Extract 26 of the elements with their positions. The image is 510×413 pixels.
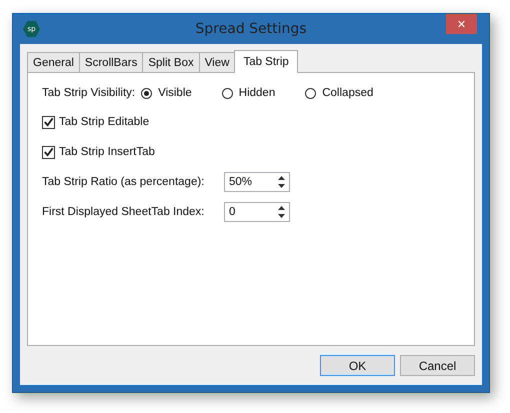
tab[interactable]: View	[198, 52, 236, 72]
radio-option[interactable]: Visible	[141, 87, 192, 99]
checkbox-label: Tab Strip Editable	[59, 116, 150, 128]
spin-field[interactable]: 0	[224, 202, 290, 222]
tab[interactable]: Split Box	[142, 52, 200, 72]
window-title: Spread Settings	[195, 21, 307, 37]
field-label: Tab Strip Ratio (as percentage):	[42, 176, 206, 188]
radio-label: Collapsed	[322, 87, 374, 99]
checkbox-label: Tab Strip InsertTab	[59, 146, 155, 158]
tab[interactable]: Tab Strip	[234, 50, 298, 73]
radio-option[interactable]: Hidden	[222, 87, 276, 99]
checkbox[interactable]	[42, 116, 55, 128]
radio-label: Visible	[158, 87, 192, 99]
close-button[interactable]: ✕	[446, 14, 477, 34]
dialog-button[interactable]: Cancel	[400, 355, 475, 376]
visibility-label: Tab Strip Visibility:	[42, 87, 136, 99]
spin-arrows-icon[interactable]	[278, 175, 285, 189]
radio-label: Hidden	[238, 87, 276, 99]
radio-option[interactable]: Collapsed	[305, 87, 374, 99]
tab[interactable]: General	[27, 52, 80, 72]
spin-arrows-icon[interactable]	[278, 205, 285, 219]
tab[interactable]: ScrollBars	[78, 52, 144, 72]
checkbox[interactable]	[42, 146, 55, 158]
spin-field[interactable]: 50%	[224, 172, 290, 192]
field-label: First Displayed SheetTab Index:	[42, 206, 206, 218]
dialog-button[interactable]: OK	[320, 355, 395, 376]
